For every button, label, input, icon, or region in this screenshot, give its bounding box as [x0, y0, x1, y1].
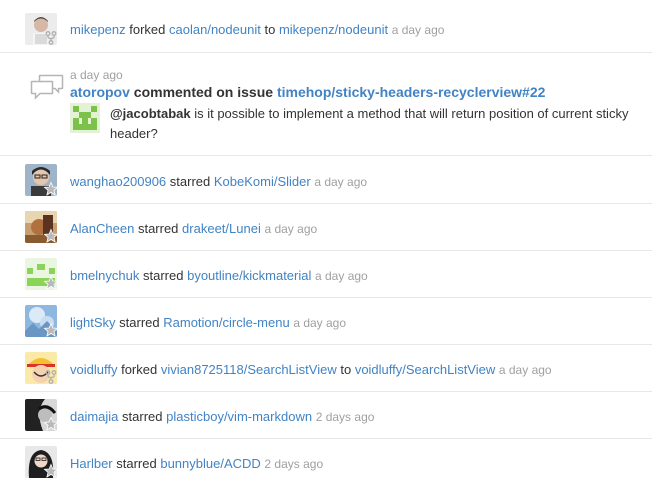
repo-link[interactable]: byoutline/kickmaterial — [187, 268, 311, 283]
verb: starred — [137, 221, 179, 236]
feed-item-text: AlanCheen starred drakeet/Lunei a day ag… — [70, 221, 317, 237]
verb: starred — [116, 456, 157, 471]
timestamp: a day ago — [70, 68, 123, 82]
actor-link[interactable]: mikepenz — [70, 22, 126, 37]
commenter-avatar[interactable] — [70, 103, 100, 133]
comment-text-line2: header? — [110, 126, 158, 141]
actor-link[interactable]: AlanCheen — [70, 221, 134, 236]
feed-item-text: voidluffy forked vivian8725118/SearchLis… — [70, 362, 552, 378]
verb: starred — [122, 409, 163, 424]
verb: forked — [121, 362, 158, 377]
verb: forked — [129, 22, 166, 37]
repo-link[interactable]: caolan/nodeunit — [169, 22, 261, 37]
feed-item-star: daimajia starred plasticboy/vim-markdown… — [0, 392, 652, 439]
feed-item-text: Harlber starred bunnyblue/ACDD 2 days ag… — [70, 456, 323, 472]
star-icon — [43, 275, 59, 291]
timestamp: a day ago — [314, 175, 368, 189]
actor-link[interactable]: lightSky — [70, 315, 116, 330]
repo-link[interactable]: KobeKomi/Slider — [214, 174, 311, 189]
feed-item-star: lightSky starred Ramotion/circle-menu a … — [0, 298, 652, 345]
repo-link[interactable]: Ramotion/circle-menu — [163, 315, 289, 330]
issue-link[interactable]: timehop/sticky-headers-recyclerview#22 — [277, 84, 545, 100]
timestamp: a day ago — [264, 222, 318, 236]
verb: starred — [119, 315, 160, 330]
timestamp: 2 days ago — [315, 410, 375, 424]
actor-link[interactable]: atoropov — [70, 84, 130, 100]
star-icon — [43, 322, 59, 338]
actor-link[interactable]: Harlber — [70, 456, 113, 471]
comment-icon — [30, 74, 64, 100]
feed-item-star: bmelnychuk starred byoutline/kickmateria… — [0, 251, 652, 298]
fork-icon — [43, 369, 59, 385]
comment-body: @jacobtabak is it possible to implement … — [110, 104, 630, 144]
star-icon — [43, 463, 59, 479]
feed-item-text: wanghao200906 starred KobeKomi/Slider a … — [70, 174, 367, 190]
timestamp: a day ago — [293, 316, 347, 330]
repo-link[interactable]: plasticboy/vim-markdown — [166, 409, 312, 424]
feed-item-text: bmelnychuk starred byoutline/kickmateria… — [70, 268, 368, 284]
to-word: to — [264, 22, 276, 37]
verb: starred — [169, 174, 211, 189]
actor-link[interactable]: bmelnychuk — [70, 268, 139, 283]
target-repo-link[interactable]: mikepenz/nodeunit — [279, 22, 388, 37]
feed-item-star: AlanCheen starred drakeet/Lunei a day ag… — [0, 204, 652, 251]
verb: starred — [143, 268, 184, 283]
actor-link[interactable]: daimajia — [70, 409, 118, 424]
timestamp: a day ago — [315, 269, 368, 283]
repo-link[interactable]: drakeet/Lunei — [182, 221, 261, 236]
feed-item-star: wanghao200906 starred KobeKomi/Slider a … — [0, 157, 652, 204]
feed-item-text: mikepenz forked caolan/nodeunit to mikep… — [70, 22, 444, 38]
fork-icon — [43, 30, 59, 46]
timestamp: 2 days ago — [264, 457, 324, 471]
feed-item-text: daimajia starred plasticboy/vim-markdown… — [70, 409, 374, 425]
to-word: to — [340, 362, 352, 377]
feed-item-fork: mikepenz forked caolan/nodeunit to mikep… — [0, 0, 652, 53]
comment-headline: atoropov commented on issue timehop/stic… — [70, 84, 545, 101]
repo-link[interactable]: bunnyblue/ACDD — [160, 456, 260, 471]
actor-link[interactable]: voidluffy — [70, 362, 117, 377]
mention-link[interactable]: @jacobtabak — [110, 106, 191, 121]
star-icon — [43, 228, 59, 244]
verb: commented on issue — [133, 84, 274, 100]
comment-text-line1: is it possible to implement a method tha… — [190, 106, 629, 121]
feed-item-star: Harlber starred bunnyblue/ACDD 2 days ag… — [0, 439, 652, 490]
star-icon — [43, 181, 59, 197]
timestamp: a day ago — [498, 363, 552, 377]
actor-link[interactable]: wanghao200906 — [70, 174, 166, 189]
feed-item-text: lightSky starred Ramotion/circle-menu a … — [70, 315, 346, 331]
star-icon — [43, 416, 59, 432]
repo-link[interactable]: vivian8725118/SearchListView — [161, 362, 337, 377]
timestamp: a day ago — [391, 23, 445, 37]
feed-item-fork: voidluffy forked vivian8725118/SearchLis… — [0, 345, 652, 392]
target-repo-link[interactable]: voidluffy/SearchListView — [355, 362, 495, 377]
